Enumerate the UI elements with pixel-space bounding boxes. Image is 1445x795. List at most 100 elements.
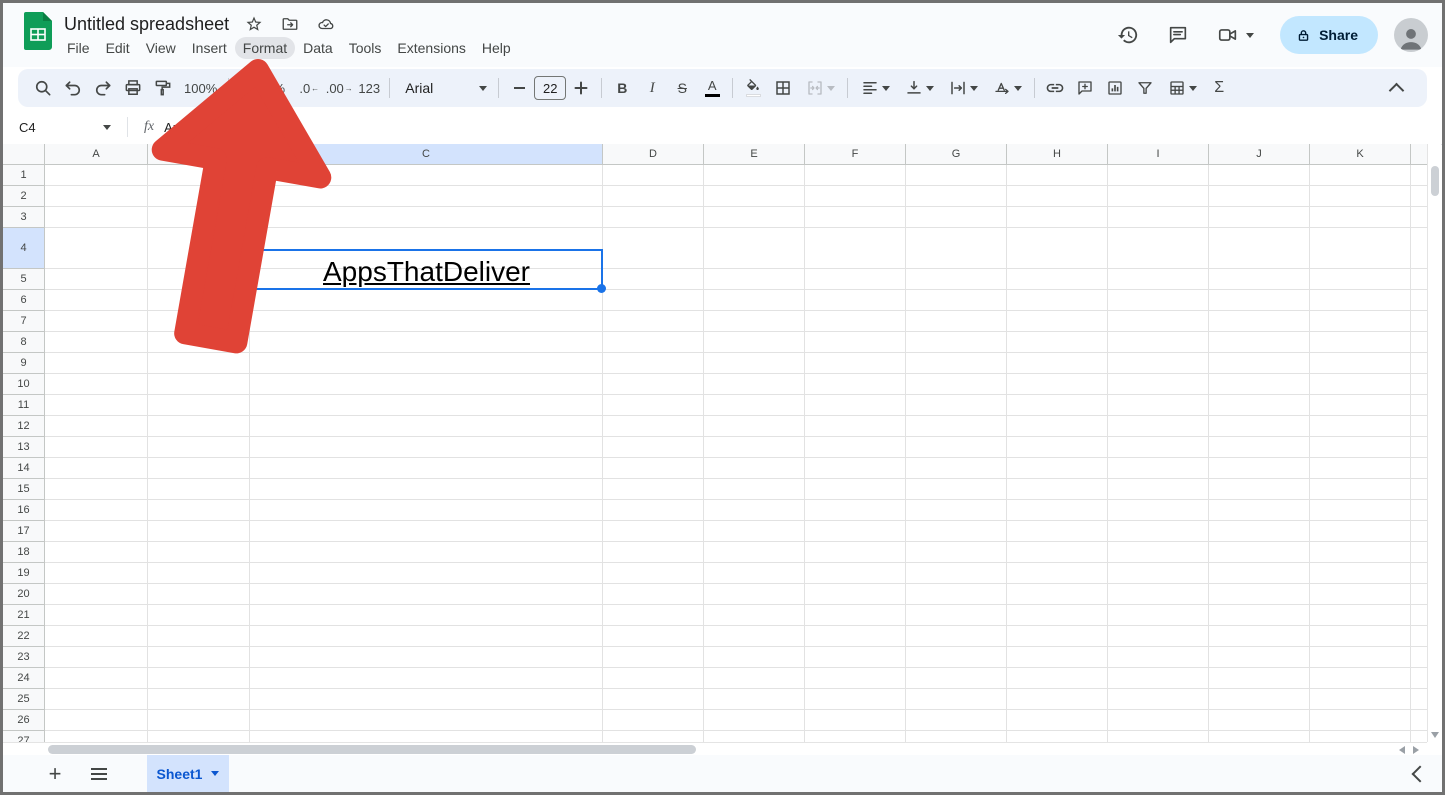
row-header-1[interactable]: 1: [3, 165, 45, 186]
row-header-6[interactable]: 6: [3, 290, 45, 311]
row-header-7[interactable]: 7: [3, 311, 45, 332]
insert-link-icon[interactable]: [1040, 74, 1070, 102]
scroll-down-arrow-icon[interactable]: [1431, 732, 1439, 738]
font-size-input[interactable]: 22: [534, 76, 567, 100]
menu-item-help[interactable]: Help: [474, 37, 519, 59]
column-header-j[interactable]: J: [1209, 144, 1310, 165]
horizontal-scroll-thumb[interactable]: [48, 745, 696, 754]
menu-item-data[interactable]: Data: [295, 37, 341, 59]
row-header-10[interactable]: 10: [3, 374, 45, 395]
format-currency-button[interactable]: £: [234, 74, 264, 102]
row-header-20[interactable]: 20: [3, 584, 45, 605]
sheet-tab-sheet1[interactable]: Sheet1: [147, 755, 229, 792]
zoom-select[interactable]: 100%: [178, 81, 223, 96]
comment-history-icon[interactable]: [1158, 15, 1198, 55]
meet-camera-icon[interactable]: [1208, 15, 1262, 55]
selected-cell-c4[interactable]: AppsThatDeliver: [250, 249, 606, 293]
column-header-i[interactable]: I: [1108, 144, 1209, 165]
redo-icon[interactable]: [88, 74, 118, 102]
menu-item-file[interactable]: File: [59, 37, 98, 59]
horizontal-align-button[interactable]: [853, 74, 897, 102]
fill-handle[interactable]: [597, 284, 606, 293]
horizontal-scrollbar[interactable]: [3, 742, 1427, 755]
version-history-icon[interactable]: [1108, 15, 1148, 55]
row-header-13[interactable]: 13: [3, 437, 45, 458]
menu-item-format[interactable]: Format: [234, 37, 296, 59]
merge-cells-button[interactable]: [798, 74, 842, 102]
row-header-18[interactable]: 18: [3, 542, 45, 563]
row-header-22[interactable]: 22: [3, 626, 45, 647]
vertical-scrollbar[interactable]: [1427, 144, 1441, 742]
text-wrap-button[interactable]: [941, 74, 985, 102]
row-header-14[interactable]: 14: [3, 458, 45, 479]
scroll-left-arrow-icon[interactable]: [1399, 746, 1405, 754]
text-rotation-button[interactable]: [985, 74, 1029, 102]
all-sheets-menu-button[interactable]: [79, 755, 119, 792]
hide-toolbar-button[interactable]: [1381, 74, 1411, 102]
insert-chart-icon[interactable]: [1100, 74, 1130, 102]
column-header-c[interactable]: C: [250, 144, 603, 165]
row-header-3[interactable]: 3: [3, 207, 45, 228]
menu-item-tools[interactable]: Tools: [341, 37, 390, 59]
move-folder-icon[interactable]: [279, 13, 301, 35]
row-header-24[interactable]: 24: [3, 668, 45, 689]
column-header-e[interactable]: E: [704, 144, 805, 165]
italic-button[interactable]: I: [637, 74, 667, 102]
column-header-k[interactable]: K: [1310, 144, 1411, 165]
paint-format-icon[interactable]: [148, 74, 178, 102]
borders-button[interactable]: [768, 74, 798, 102]
name-box[interactable]: C4: [3, 120, 121, 135]
increase-font-size-button[interactable]: [566, 74, 596, 102]
format-percent-button[interactable]: %: [264, 74, 294, 102]
undo-icon[interactable]: [58, 74, 88, 102]
row-header-21[interactable]: 21: [3, 605, 45, 626]
search-menus-icon[interactable]: [28, 74, 58, 102]
row-header-12[interactable]: 12: [3, 416, 45, 437]
decrease-font-size-button[interactable]: [504, 74, 534, 102]
column-header-g[interactable]: G: [906, 144, 1007, 165]
scroll-right-arrow-icon[interactable]: [1413, 746, 1419, 754]
text-color-button[interactable]: A: [697, 74, 727, 102]
column-header-h[interactable]: H: [1007, 144, 1108, 165]
vertical-align-button[interactable]: [897, 74, 941, 102]
vertical-scroll-thumb[interactable]: [1431, 166, 1439, 196]
menu-item-view[interactable]: View: [138, 37, 184, 59]
create-filter-icon[interactable]: [1130, 74, 1160, 102]
decrease-decimal-button[interactable]: .0 ←: [294, 74, 324, 102]
formula-input[interactable]: AppsThatDeliver: [164, 120, 260, 135]
document-title[interactable]: Untitled spreadsheet: [64, 14, 229, 35]
increase-decimal-button[interactable]: .00 →: [324, 74, 354, 102]
row-header-4[interactable]: 4: [3, 228, 45, 269]
row-header-23[interactable]: 23: [3, 647, 45, 668]
account-avatar[interactable]: [1394, 18, 1428, 52]
column-header-a[interactable]: A: [45, 144, 148, 165]
spreadsheet-grid[interactable]: ABCDEFGHIJK 1 2 3 4 5 6 7 8 9 10 11 12 13 14 15 16 17 18 1…: [3, 144, 1427, 742]
menu-item-extensions[interactable]: Extensions: [389, 37, 473, 59]
collapse-panel-button[interactable]: [1398, 755, 1442, 792]
column-header-b[interactable]: B: [148, 144, 250, 165]
menu-item-insert[interactable]: Insert: [184, 37, 235, 59]
row-header-15[interactable]: 15: [3, 479, 45, 500]
share-button[interactable]: Share: [1280, 16, 1378, 54]
row-header-9[interactable]: 9: [3, 353, 45, 374]
row-header-2[interactable]: 2: [3, 186, 45, 207]
row-header-26[interactable]: 26: [3, 710, 45, 731]
more-formats-button[interactable]: 123: [354, 74, 384, 102]
functions-button[interactable]: Σ: [1204, 74, 1234, 102]
insert-table-button[interactable]: [1160, 74, 1204, 102]
row-header-19[interactable]: 19: [3, 563, 45, 584]
select-all-corner[interactable]: [3, 144, 45, 165]
row-header-27[interactable]: 27: [3, 731, 45, 742]
row-header-5[interactable]: 5: [3, 269, 45, 290]
sheets-logo-icon[interactable]: [24, 12, 52, 50]
strikethrough-button[interactable]: S: [667, 74, 697, 102]
cloud-saved-icon[interactable]: [315, 13, 337, 35]
row-header-25[interactable]: 25: [3, 689, 45, 710]
row-header-8[interactable]: 8: [3, 332, 45, 353]
column-header-d[interactable]: D: [603, 144, 704, 165]
menu-item-edit[interactable]: Edit: [98, 37, 138, 59]
star-icon[interactable]: [243, 13, 265, 35]
bold-button[interactable]: B: [607, 74, 637, 102]
row-header-17[interactable]: 17: [3, 521, 45, 542]
font-family-select[interactable]: Arial: [395, 74, 493, 102]
